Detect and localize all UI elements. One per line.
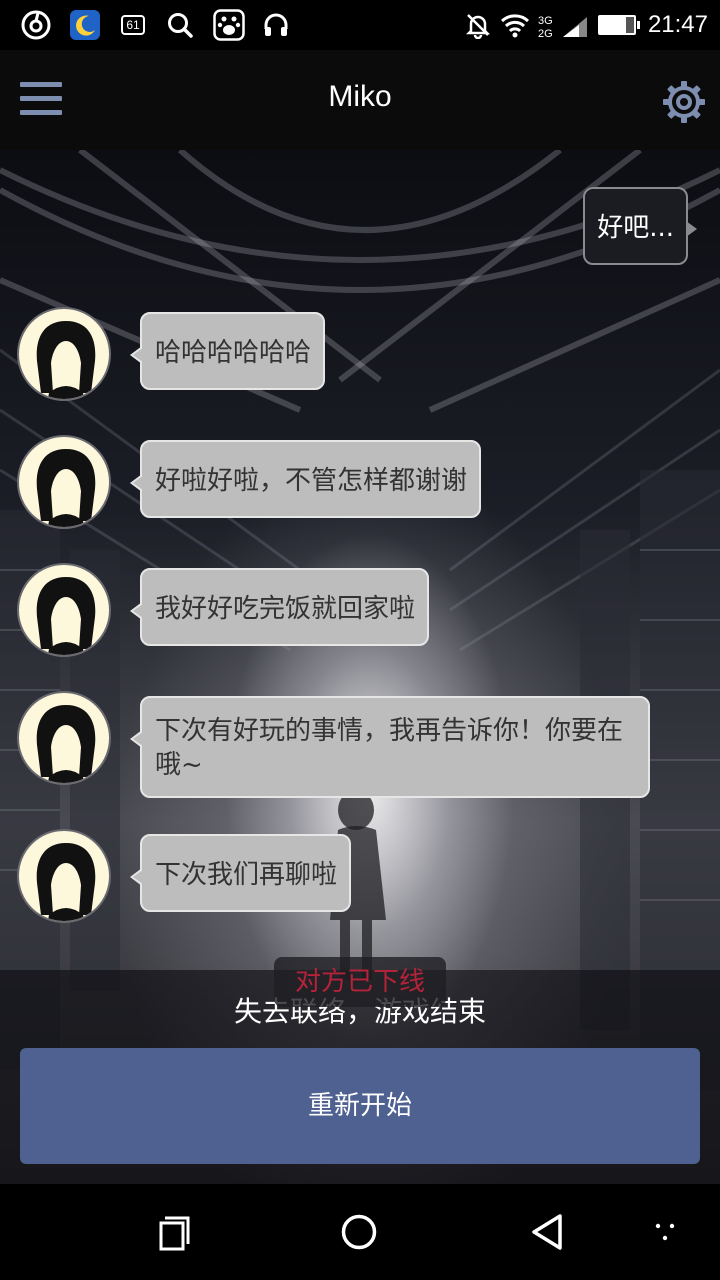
navigation-bar: [0, 1184, 720, 1280]
avatar[interactable]: [17, 307, 111, 401]
settings-button[interactable]: [662, 80, 706, 124]
baidu-icon: [212, 8, 246, 42]
outgoing-message-bubble: 好吧...: [583, 187, 697, 265]
moon-app-icon: [68, 8, 102, 42]
app-bar: Miko: [0, 50, 720, 150]
incoming-message-bubble: 下次有好玩的事情，我再告诉你！你要在哦~: [130, 696, 650, 798]
wifi-icon: [498, 8, 532, 42]
incoming-message-bubble: 哈哈哈哈哈哈: [129, 312, 326, 390]
status-time: 21:47: [647, 11, 708, 38]
miko-avatar-icon: [36, 321, 96, 399]
battery-badge-icon: 61: [116, 8, 150, 42]
headphones-icon: [260, 8, 292, 42]
search-icon: [164, 8, 196, 42]
recents-icon[interactable]: [148, 1208, 196, 1256]
miko-avatar-icon: [36, 577, 96, 655]
battery-badge-text: 61: [121, 15, 145, 35]
miko-avatar-icon: [36, 705, 96, 783]
page-title: Miko: [328, 80, 392, 113]
svg-text:2G: 2G: [538, 28, 553, 39]
avatar[interactable]: [17, 829, 111, 923]
incoming-message-bubble: 下次我们再聊啦: [129, 834, 352, 912]
restart-button[interactable]: 重新开始: [20, 1048, 700, 1164]
mute-bell-icon: [462, 8, 494, 42]
status-bar: 61 3G 2G 21:47: [0, 0, 720, 50]
assistant-dots-icon[interactable]: [640, 1208, 688, 1256]
avatar[interactable]: [17, 691, 111, 785]
incoming-message-bubble: 好啦好啦，不管怎样都谢谢: [129, 440, 482, 518]
miko-avatar-icon: [36, 843, 96, 921]
signal-icon: 3G 2G: [536, 8, 590, 42]
miko-avatar-icon: [36, 449, 96, 527]
battery-icon: [596, 8, 642, 42]
netease-music-icon: [18, 8, 54, 42]
avatar[interactable]: [17, 563, 111, 657]
gear-icon: [663, 81, 705, 123]
avatar[interactable]: [17, 435, 111, 529]
incoming-message-bubble: 我好好吃完饭就回家啦: [129, 568, 430, 646]
offline-toast: 对方已下线: [274, 957, 446, 1007]
home-icon[interactable]: [335, 1208, 383, 1256]
svg-text:3G: 3G: [538, 15, 553, 27]
back-icon[interactable]: [522, 1208, 570, 1256]
